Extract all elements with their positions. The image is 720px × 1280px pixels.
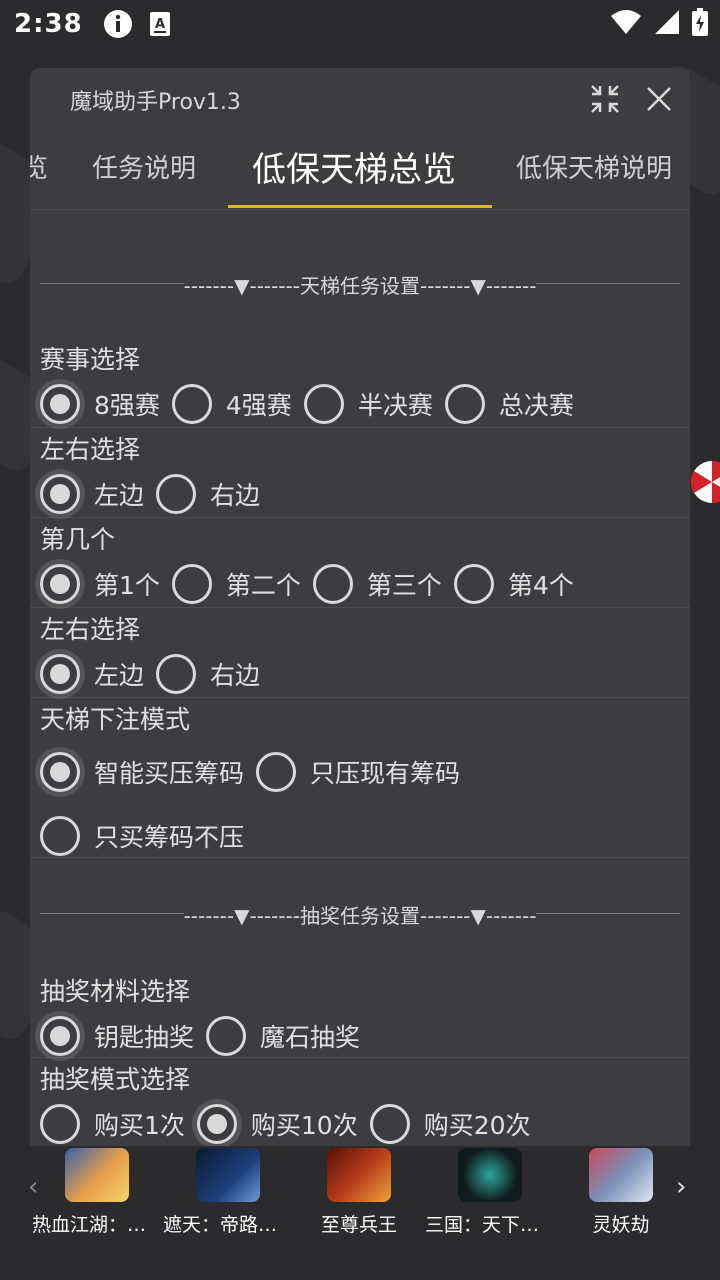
game-item[interactable]: 灵妖劫 — [556, 1148, 686, 1237]
game-name: 遮天：帝路争... — [163, 1214, 293, 1236]
floating-ball-icon[interactable] — [690, 460, 720, 504]
game-name: 灵妖劫 — [592, 1214, 650, 1236]
radio-right[interactable]: 右边 — [156, 654, 260, 694]
group-title: 左右选择 — [40, 435, 141, 464]
group-title: 天梯下注模式 — [40, 705, 191, 734]
radio-final[interactable]: 总决赛 — [444, 384, 574, 424]
radio-left[interactable]: 左边 — [40, 654, 144, 694]
section-title-ladder: -------▼-------天梯任务设置-------▼------- — [183, 274, 537, 298]
game-item[interactable]: 热血江湖：归... — [32, 1148, 162, 1237]
position-select-group: 第几个 第1个 第二个 第三个 第4个 — [30, 518, 690, 608]
side-select-group-2: 左右选择 左边 右边 — [30, 608, 690, 698]
radio-second[interactable]: 第二个 — [171, 564, 301, 604]
lottery-material-group: 抽奖材料选择 钥匙抽奖 魔石抽奖 — [30, 968, 690, 1058]
game-icon — [196, 1148, 260, 1202]
svg-text:A: A — [155, 17, 165, 32]
tab-task-description[interactable]: 任务说明 — [92, 148, 196, 185]
a-box-icon: A — [149, 11, 171, 37]
game-icon — [458, 1148, 522, 1202]
game-name: 三国：天下归... — [425, 1214, 555, 1236]
radio-4-strong[interactable]: 4强赛 — [171, 384, 292, 424]
radio-buy-1[interactable]: 购买1次 — [40, 1104, 185, 1144]
signal-icon — [654, 9, 680, 39]
group-title: 赛事选择 — [40, 345, 141, 374]
tab-ladder-overview[interactable]: 低保天梯总览 — [252, 142, 456, 191]
side-select-group-1: 左右选择 左边 右边 — [30, 428, 690, 518]
minimize-icon[interactable] — [588, 82, 622, 116]
game-icon — [589, 1148, 653, 1202]
assistant-window: 魔域助手Prov1.3 览 任务说明 低保天梯总览 低保天梯说明 -------… — [30, 68, 690, 1146]
game-name: 热血江湖：归... — [32, 1214, 162, 1236]
settings-content: -------▼-------天梯任务设置-------▼------- 赛事选… — [30, 228, 690, 1146]
radio-key-lottery[interactable]: 钥匙抽奖 — [40, 1016, 194, 1056]
radio-buy-20[interactable]: 购买20次 — [369, 1104, 531, 1144]
battery-icon — [692, 8, 708, 40]
radio-bet-existing-chips[interactable]: 只压现有筹码 — [256, 752, 460, 792]
radio-fourth[interactable]: 第4个 — [453, 564, 574, 604]
game-item[interactable]: 遮天：帝路争... — [163, 1148, 293, 1237]
bet-mode-group: 天梯下注模式 智能买压筹码 只压现有筹码 只买筹码不压 — [30, 698, 690, 858]
radio-buy-only-no-bet[interactable]: 只买筹码不压 — [40, 816, 244, 856]
active-tab-indicator — [228, 205, 492, 208]
window-title: 魔域助手Prov1.3 — [70, 90, 241, 115]
radio-magic-stone-lottery[interactable]: 魔石抽奖 — [206, 1016, 360, 1056]
status-time: 2:38 — [14, 9, 83, 39]
section-title-lottery: -------▼-------抽奖任务设置-------▼------- — [183, 904, 537, 928]
tab-ladder-description[interactable]: 低保天梯说明 — [516, 148, 672, 185]
game-item[interactable]: 三国：天下归... — [425, 1148, 555, 1237]
recommended-games-bar: ‹ › 热血江湖：归... 遮天：帝路争... 至尊兵王 三国：天下归... 灵… — [0, 1146, 720, 1280]
game-icon — [327, 1148, 391, 1202]
game-item[interactable]: 至尊兵王 — [294, 1148, 424, 1237]
info-icon — [103, 9, 133, 39]
wifi-icon — [610, 9, 642, 39]
lottery-mode-group: 抽奖模式选择 购买1次 购买10次 购买20次 — [30, 1058, 690, 1146]
radio-third[interactable]: 第三个 — [312, 564, 442, 604]
radio-smart-buy-bet[interactable]: 智能买压筹码 — [40, 752, 244, 792]
group-title: 左右选择 — [40, 615, 141, 644]
close-icon[interactable] — [642, 82, 676, 116]
radio-left[interactable]: 左边 — [40, 474, 144, 514]
status-bar: 2:38 A — [0, 0, 720, 48]
section-divider-ladder: -------▼-------天梯任务设置-------▼------- — [30, 228, 690, 338]
section-divider-lottery: -------▼-------抽奖任务设置-------▼------- — [30, 858, 690, 968]
radio-semifinal[interactable]: 半决赛 — [303, 384, 433, 424]
radio-right[interactable]: 右边 — [156, 474, 260, 514]
game-name: 至尊兵王 — [320, 1214, 397, 1236]
group-title: 第几个 — [40, 525, 116, 554]
radio-buy-10[interactable]: 购买10次 — [196, 1104, 358, 1144]
radio-8-strong[interactable]: 8强赛 — [40, 384, 160, 424]
group-title: 抽奖材料选择 — [40, 977, 191, 1006]
tab-bar: 览 任务说明 低保天梯总览 低保天梯说明 — [30, 128, 690, 210]
tab-overview-partial[interactable]: 览 — [30, 148, 48, 185]
game-icon — [65, 1148, 129, 1202]
window-title-bar[interactable]: 魔域助手Prov1.3 — [30, 68, 690, 128]
radio-first[interactable]: 第1个 — [40, 564, 160, 604]
match-select-group: 赛事选择 8强赛 4强赛 半决赛 总决赛 — [30, 338, 690, 428]
group-title: 抽奖模式选择 — [40, 1065, 191, 1094]
